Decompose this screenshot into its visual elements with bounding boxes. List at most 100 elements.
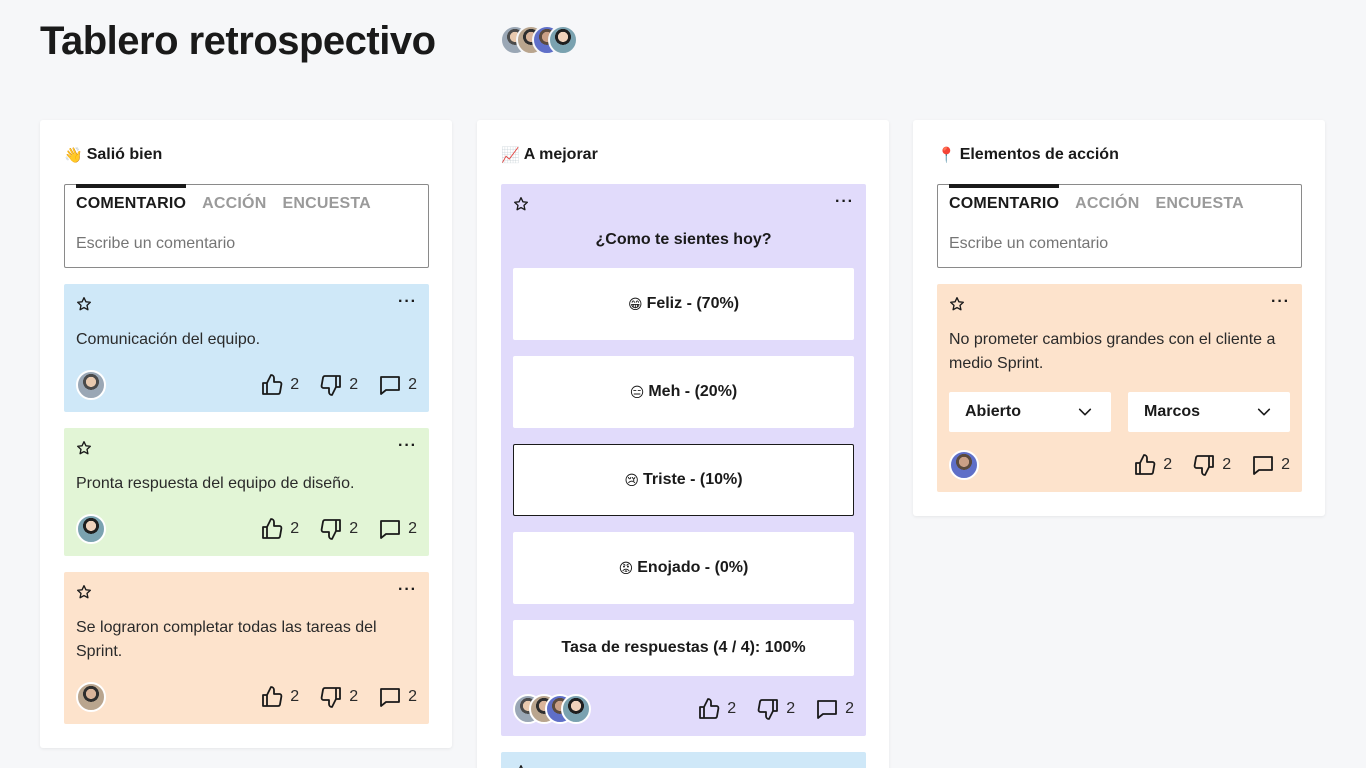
thumbs-down-icon [320,687,342,708]
chevron-down-icon [1257,408,1271,416]
star-icon[interactable] [513,764,529,768]
poll-option[interactable]: 😁 Feliz - (70%) [513,268,854,340]
column-went-well: 👋 Salió bien COMENTARIO ACCIÓN ENCUESTA … [40,120,452,748]
comment-input[interactable] [76,235,416,253]
angry-face-icon: 😡 [618,559,634,576]
comment-count: 2 [408,688,417,705]
comments-button[interactable]: 2 [378,685,417,709]
comment-count: 2 [408,376,417,393]
star-icon[interactable] [76,584,92,600]
column-to-improve: 📈 A mejorar ··· ¿Como te sientes hoy? 😁 … [477,120,889,768]
like-button[interactable]: 2 [260,517,299,541]
more-icon[interactable]: ··· [398,438,417,454]
tab-action[interactable]: ACCIÓN [1075,185,1139,217]
comment-composer: COMENTARIO ACCIÓN ENCUESTA [64,184,429,268]
poll-option-selected[interactable]: 😢 Triste - (10%) [513,444,854,516]
card-text: Comunicación del equipo. [76,331,261,348]
poll-option-label: Triste - (10%) [643,471,743,488]
grinning-face-icon: 😁 [627,295,643,312]
status-select[interactable]: Abierto [949,392,1111,432]
more-icon[interactable]: ··· [398,294,417,310]
like-count: 2 [727,700,737,717]
dislike-count: 2 [349,376,359,393]
dislike-button[interactable]: 2 [756,697,795,721]
feedback-card[interactable]: ··· Comunicación del equipo. 2 2 2 [64,284,429,412]
thumbs-up-icon [699,698,720,719]
card-footer: 2 2 2 [76,514,417,544]
thumbs-down-icon [320,375,342,396]
thumbs-down-icon [757,699,779,720]
tab-poll[interactable]: ENCUESTA [282,185,370,217]
comments-button[interactable]: 2 [378,517,417,541]
status-select-value: Abierto [965,403,1021,420]
card-footer: 2 2 2 [76,370,417,400]
comment-count: 2 [408,520,417,537]
like-button[interactable]: 2 [260,373,299,397]
dislike-count: 2 [349,520,359,537]
like-button[interactable]: 2 [260,685,299,709]
comment-composer: COMENTARIO ACCIÓN ENCUESTA [937,184,1302,268]
column-title: 📈 A mejorar [501,146,598,164]
chart-increasing-icon: 📈 [501,147,520,164]
like-count: 2 [290,520,300,537]
comment-count: 2 [845,700,854,717]
card-text: Se lograron completar todas las tareas d… [76,619,377,660]
dislike-button[interactable]: 2 [319,517,358,541]
like-count: 2 [290,376,300,393]
comments-button[interactable]: 2 [1251,453,1290,477]
action-item-card[interactable]: ··· No prometer cambios grandes con el c… [937,284,1302,492]
more-icon[interactable]: ··· [835,194,854,210]
poll-response-rate: Tasa de respuestas (4 / 4): 100% [513,620,854,676]
column-title: 👋 Salió bien [64,146,162,164]
thumbs-up-icon [262,686,283,707]
column-title-label: A mejorar [523,146,598,163]
pin-icon: 📍 [937,147,956,164]
star-icon[interactable] [76,296,92,312]
feedback-card[interactable]: ··· Se lograron completar todas las tare… [64,572,429,724]
dislike-button[interactable]: 2 [1192,453,1231,477]
feedback-card[interactable]: ··· Pronta respuesta del equipo de diseñ… [64,428,429,556]
like-button[interactable]: 2 [697,697,736,721]
avatar[interactable] [548,25,578,55]
star-icon[interactable] [76,440,92,456]
dislike-count: 2 [1222,456,1232,473]
crying-face-icon: 😢 [624,471,639,488]
star-icon[interactable] [949,296,965,312]
assignee-select-value: Marcos [1144,403,1201,420]
more-icon[interactable]: ··· [398,582,417,598]
expressionless-face-icon: 😑 [629,383,645,400]
poll-option[interactable]: 😡 Enojado - (0%) [513,532,854,604]
feedback-card[interactable] [501,752,866,768]
chevron-down-icon [1078,408,1092,416]
dislike-button[interactable]: 2 [319,373,358,397]
more-icon[interactable]: ··· [1271,294,1290,310]
comments-button[interactable]: 2 [815,697,854,721]
poll-option-label: Feliz - (70%) [646,295,740,312]
dislike-count: 2 [786,700,796,717]
dislike-button[interactable]: 2 [319,685,358,709]
like-button[interactable]: 2 [1133,453,1172,477]
star-icon[interactable] [513,196,529,212]
comment-icon [380,520,400,539]
tab-comment[interactable]: COMENTARIO [76,184,187,216]
thumbs-up-icon [262,374,283,395]
like-count: 2 [1163,456,1173,473]
page-title: Tablero retrospectivo [40,19,436,63]
composer-tabs: COMENTARIO ACCIÓN ENCUESTA [938,184,1301,217]
comment-input[interactable] [949,235,1289,253]
tab-poll[interactable]: ENCUESTA [1155,185,1243,217]
participants-avatars[interactable] [500,25,578,55]
card-footer: 2 2 2 [76,682,417,712]
card-footer: 2 2 2 [513,694,854,724]
comment-icon [380,376,400,395]
poll-option-label: Meh - (20%) [648,383,738,400]
card-footer: 2 2 2 [949,450,1290,480]
tab-action[interactable]: ACCIÓN [202,185,266,217]
poll-question: ¿Como te sientes hoy? [595,231,772,248]
poll-option[interactable]: 😑 Meh - (20%) [513,356,854,428]
comments-button[interactable]: 2 [378,373,417,397]
tab-comment[interactable]: COMENTARIO [949,184,1060,216]
assignee-select[interactable]: Marcos [1128,392,1290,432]
comment-icon [380,688,400,707]
column-title-label: Salió bien [86,146,163,163]
